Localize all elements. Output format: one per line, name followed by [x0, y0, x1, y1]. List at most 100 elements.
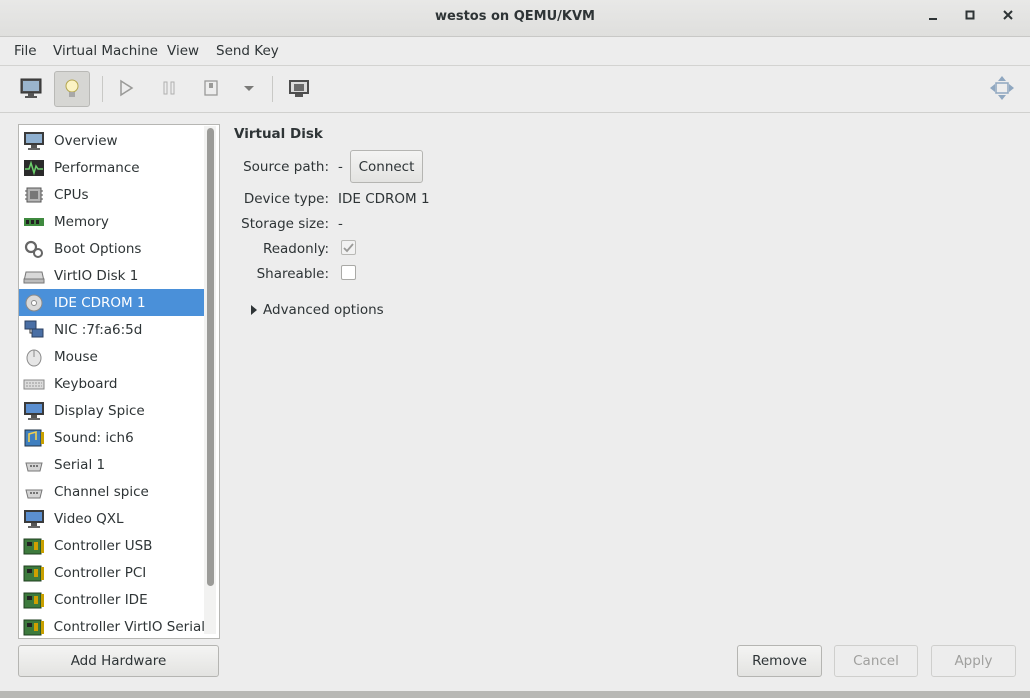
connect-button[interactable]: Connect — [350, 150, 423, 183]
sidebar-item-boot-options[interactable]: Boot Options — [19, 235, 205, 262]
controller-card-icon — [22, 562, 46, 584]
details-view-button[interactable] — [54, 71, 90, 107]
console-monitor-icon — [20, 78, 42, 98]
monitor-icon — [22, 130, 46, 152]
hardware-list[interactable]: Overview Performance CPUs Memory Boot Option… — [18, 124, 220, 639]
sidebar-item-label: Boot Options — [54, 240, 142, 257]
scrollbar-thumb[interactable] — [207, 128, 214, 586]
menu-bar: File Virtual Machine View Send Key — [0, 37, 1030, 66]
minimize-icon — [929, 18, 937, 20]
bottom-edge — [0, 691, 1030, 698]
gears-icon — [22, 238, 46, 260]
sidebar-item-serial-1[interactable]: Serial 1 — [19, 451, 205, 478]
sidebar-item-label: CPUs — [54, 186, 89, 203]
sidebar-item-controller-pci[interactable]: Controller PCI — [19, 559, 205, 586]
sidebar-item-label: Channel spice — [54, 483, 149, 500]
display-icon — [22, 400, 46, 422]
toolbar-separator — [102, 76, 103, 102]
sidebar-item-ide-cdrom-1[interactable]: IDE CDROM 1 — [19, 289, 205, 316]
console-view-button[interactable] — [14, 71, 48, 105]
menu-view[interactable]: View — [167, 43, 199, 59]
performance-graph-icon — [22, 157, 46, 179]
sidebar-item-controller-ide[interactable]: Controller IDE — [19, 586, 205, 613]
shareable-label: Shareable: — [256, 266, 329, 282]
sidebar-item-label: IDE CDROM 1 — [54, 294, 146, 311]
maximize-button[interactable] — [960, 8, 980, 28]
vm-details-window: westos on QEMU/KVM File Virtual Machine … — [0, 0, 1030, 698]
sidebar-item-label: Controller VirtIO Serial — [53, 618, 205, 635]
hard-disk-icon — [22, 265, 46, 287]
advanced-options-label: Advanced options — [263, 302, 384, 318]
sidebar-item-video-qxl[interactable]: Video QXL — [19, 505, 205, 532]
menu-send-key[interactable]: Send Key — [216, 43, 279, 59]
sidebar-item-label: Memory — [54, 213, 109, 230]
mouse-icon — [22, 346, 46, 368]
sidebar-item-label: Video QXL — [54, 510, 124, 527]
check-icon — [343, 243, 354, 253]
toolbar-separator — [272, 76, 273, 102]
storage-size-label: Storage size: — [241, 216, 329, 232]
sidebar-item-overview[interactable]: Overview — [19, 127, 205, 154]
sidebar-item-label: Mouse — [54, 348, 98, 365]
pause-button[interactable] — [152, 71, 186, 105]
expander-arrow-icon — [251, 305, 257, 315]
shutdown-button[interactable] — [194, 71, 228, 105]
minimize-button[interactable] — [923, 8, 943, 28]
sidebar-item-controller-virtio-serial[interactable]: Controller VirtIO Serial — [19, 613, 205, 638]
remove-button[interactable]: Remove — [737, 645, 822, 677]
controller-card-icon — [22, 535, 46, 557]
sidebar-item-keyboard[interactable]: Keyboard — [19, 370, 205, 397]
sidebar-item-display-spice[interactable]: Display Spice — [19, 397, 205, 424]
toolbar — [0, 66, 1030, 113]
sidebar-item-label: Performance — [54, 159, 140, 176]
sidebar-item-performance[interactable]: Performance — [19, 154, 205, 181]
sidebar-item-label: Sound: ich6 — [54, 429, 134, 446]
title-bar[interactable]: westos on QEMU/KVM — [0, 0, 1030, 37]
sidebar-item-controller-usb[interactable]: Controller USB — [19, 532, 205, 559]
advanced-options-expander[interactable]: Advanced options — [249, 302, 384, 318]
cdrom-icon — [22, 292, 46, 314]
cancel-button[interactable]: Cancel — [834, 645, 918, 677]
sidebar-item-mouse[interactable]: Mouse — [19, 343, 205, 370]
readonly-checkbox[interactable] — [341, 240, 356, 255]
network-icon — [22, 319, 46, 341]
sidebar-item-label: Serial 1 — [54, 456, 106, 473]
pause-icon — [163, 81, 175, 95]
shareable-checkbox[interactable] — [341, 265, 356, 280]
sidebar-item-virtio-disk-1[interactable]: VirtIO Disk 1 — [19, 262, 205, 289]
add-hardware-button[interactable]: Add Hardware — [18, 645, 219, 677]
sidebar-item-nic-7f-a6-5d[interactable]: NIC :7f:a6:5d — [19, 316, 205, 343]
sidebar-item-cpus[interactable]: CPUs — [19, 181, 205, 208]
window-title: westos on QEMU/KVM — [435, 9, 595, 24]
fullscreen-button[interactable] — [985, 71, 1019, 105]
channel-icon — [22, 481, 46, 503]
sidebar-item-label: VirtIO Disk 1 — [54, 267, 139, 284]
sidebar-item-label: NIC :7f:a6:5d — [54, 321, 143, 338]
menu-file[interactable]: File — [14, 43, 37, 59]
device-type-value: IDE CDROM 1 — [338, 191, 430, 207]
source-path-value: - — [338, 159, 343, 175]
menu-virtual-machine[interactable]: Virtual Machine — [53, 43, 158, 59]
source-path-label: Source path: — [243, 159, 329, 175]
snapshots-icon — [289, 80, 309, 97]
shutdown-icon — [204, 80, 218, 96]
snapshots-button[interactable] — [282, 71, 316, 105]
storage-size-value: - — [338, 216, 343, 232]
video-card-icon — [22, 508, 46, 530]
run-button[interactable] — [109, 71, 143, 105]
sidebar-item-sound-ich6[interactable]: Sound: ich6 — [19, 424, 205, 451]
controller-card-icon — [22, 616, 46, 638]
controller-card-icon — [22, 589, 46, 611]
apply-button[interactable]: Apply — [931, 645, 1016, 677]
chevron-down-icon — [244, 86, 254, 91]
sidebar-item-channel-spice[interactable]: Channel spice — [19, 478, 205, 505]
play-icon — [120, 79, 134, 97]
shutdown-menu-button[interactable] — [232, 71, 266, 105]
section-title: Virtual Disk — [234, 126, 323, 142]
fullscreen-move-icon — [990, 76, 1014, 100]
sidebar-item-label: Keyboard — [54, 375, 118, 392]
sidebar-item-memory[interactable]: Memory — [19, 208, 205, 235]
memory-stick-icon — [22, 211, 46, 233]
close-button[interactable] — [998, 8, 1018, 28]
device-type-label: Device type: — [243, 191, 329, 207]
